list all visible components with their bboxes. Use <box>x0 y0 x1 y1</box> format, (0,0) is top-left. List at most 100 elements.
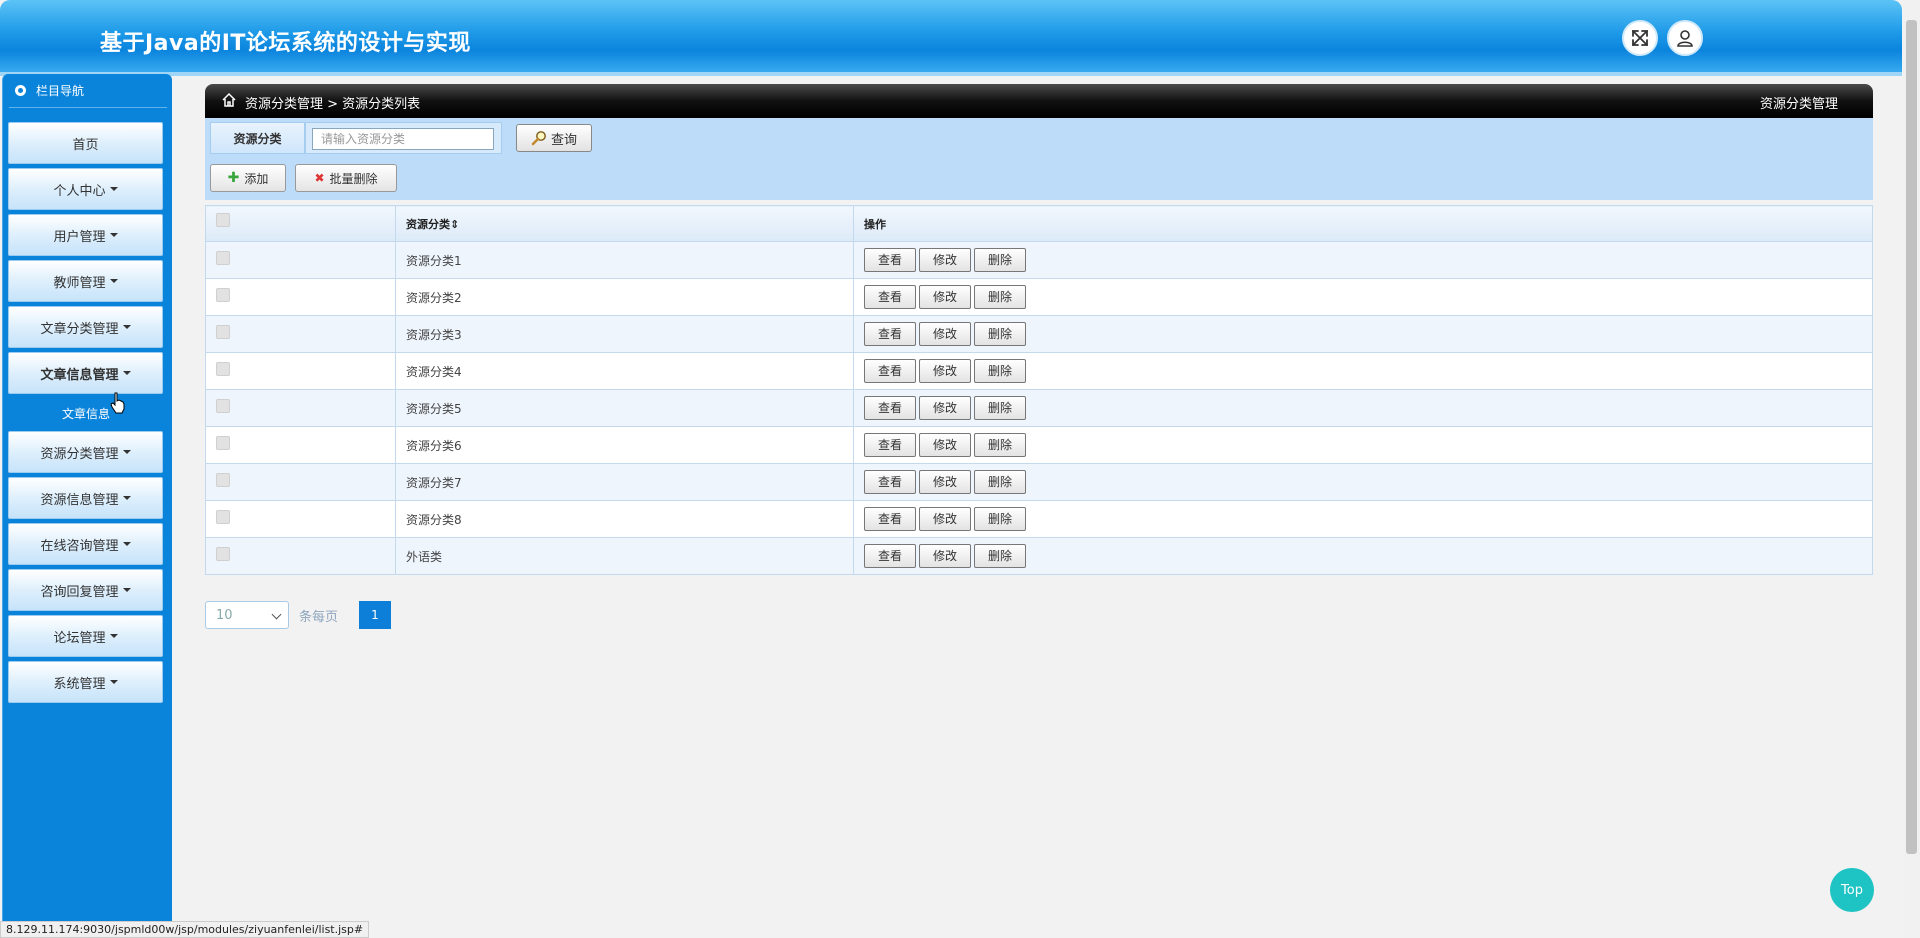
delete-button[interactable]: 删除 <box>974 359 1026 383</box>
sidebar-item-user-management[interactable]: 用户管理 <box>8 214 163 256</box>
sidebar-heading: 栏目导航 <box>15 82 84 99</box>
user-button[interactable] <box>1667 20 1703 56</box>
caret-down-icon <box>109 233 118 237</box>
sort-icon[interactable]: ⇕ <box>450 218 459 231</box>
caret-down-icon <box>109 187 118 191</box>
view-button[interactable]: 查看 <box>864 396 916 420</box>
sidebar-item-forum[interactable]: 论坛管理 <box>8 615 163 657</box>
delete-button[interactable]: 删除 <box>974 470 1026 494</box>
row-checkbox[interactable] <box>216 287 230 302</box>
row-checkbox[interactable] <box>216 398 230 413</box>
sidebar-item-system[interactable]: 系统管理 <box>8 661 163 703</box>
table-row: 资源分类5 查看 修改 删除 <box>205 389 1873 427</box>
chevron-down-icon <box>271 609 282 620</box>
page-size-value: 10 <box>216 607 233 623</box>
caret-down-icon <box>109 634 118 638</box>
submenu-item-article-info[interactable]: 文章信息 <box>2 405 170 422</box>
row-checkbox[interactable] <box>216 546 230 561</box>
sidebar-item-label: 用户管理 <box>53 229 106 245</box>
actions-cell: 查看 修改 删除 <box>853 426 1873 464</box>
actions-cell: 查看 修改 删除 <box>853 500 1873 538</box>
row-checkbox[interactable] <box>216 361 230 376</box>
sidebar-item-article-category[interactable]: 文章分类管理 <box>8 306 163 348</box>
edit-button[interactable]: 修改 <box>919 359 971 383</box>
search-input[interactable] <box>312 128 494 150</box>
edit-button[interactable]: 修改 <box>919 396 971 420</box>
back-to-top-button[interactable]: Top <box>1830 868 1874 912</box>
category-cell: 资源分类8 <box>395 500 854 538</box>
batch-delete-button[interactable]: ✖ 批量删除 <box>295 164 397 192</box>
view-button[interactable]: 查看 <box>864 322 916 346</box>
hand-cursor-icon <box>110 392 125 414</box>
row-select-cell <box>205 315 396 353</box>
sidebar-item-online-consult[interactable]: 在线咨询管理 <box>8 523 163 565</box>
delete-button[interactable]: 删除 <box>974 322 1026 346</box>
edit-button[interactable]: 修改 <box>919 285 971 309</box>
column-header-category[interactable]: 资源分类⇕ <box>395 205 854 242</box>
search-toolbar: 资源分类 查询 ✚ 添加 ✖ 批量删除 <box>205 118 1873 200</box>
sidebar-item-article-info[interactable]: 文章信息管理 <box>8 352 163 394</box>
view-button[interactable]: 查看 <box>864 544 916 568</box>
per-page-label: 条每页 <box>299 610 339 625</box>
delete-button[interactable]: 删除 <box>974 433 1026 457</box>
edit-button[interactable]: 修改 <box>919 470 971 494</box>
edit-button[interactable]: 修改 <box>919 322 971 346</box>
delete-button[interactable]: 删除 <box>974 507 1026 531</box>
page-size-select[interactable]: 10 <box>205 601 289 629</box>
column-header-label: 资源分类 <box>406 217 450 231</box>
add-button[interactable]: ✚ 添加 <box>210 164 286 192</box>
delete-button[interactable]: 删除 <box>974 396 1026 420</box>
select-all-checkbox[interactable] <box>216 213 230 227</box>
add-button-label: 添加 <box>244 171 269 186</box>
home-icon[interactable] <box>221 92 237 108</box>
delete-button[interactable]: 删除 <box>974 285 1026 309</box>
column-header-actions: 操作 <box>853 205 1873 242</box>
edit-button[interactable]: 修改 <box>919 248 971 272</box>
caret-down-icon <box>109 279 118 283</box>
row-checkbox[interactable] <box>216 435 230 450</box>
sidebar-item-personal-center[interactable]: 个人中心 <box>8 168 163 210</box>
view-button[interactable]: 查看 <box>864 433 916 457</box>
search-input-wrap <box>305 122 502 154</box>
view-button[interactable]: 查看 <box>864 359 916 383</box>
table-row: 资源分类1 查看 修改 删除 <box>205 241 1873 279</box>
expand-icon <box>1632 30 1648 46</box>
sidebar-item-home[interactable]: 首页 <box>8 122 163 164</box>
sidebar-item-resource-info[interactable]: 资源信息管理 <box>8 477 163 519</box>
sidebar-item-teacher-management[interactable]: 教师管理 <box>8 260 163 302</box>
row-checkbox[interactable] <box>216 472 230 487</box>
fullscreen-button[interactable] <box>1622 20 1658 56</box>
table-row: 资源分类6 查看 修改 删除 <box>205 426 1873 464</box>
delete-button[interactable]: 删除 <box>974 544 1026 568</box>
table-row: 资源分类2 查看 修改 删除 <box>205 278 1873 316</box>
scrollbar-thumb[interactable] <box>1906 20 1917 854</box>
page-number-current[interactable]: 1 <box>359 601 391 629</box>
edit-button[interactable]: 修改 <box>919 544 971 568</box>
view-button[interactable]: 查看 <box>864 470 916 494</box>
category-cell: 外语类 <box>395 537 854 575</box>
row-checkbox[interactable] <box>216 324 230 339</box>
table-header-row: 资源分类⇕ 操作 <box>205 205 1873 242</box>
select-all-header[interactable] <box>205 205 396 242</box>
caret-down-icon <box>122 450 131 454</box>
row-checkbox[interactable] <box>216 509 230 524</box>
query-button[interactable]: 查询 <box>516 124 592 152</box>
delete-button[interactable]: 删除 <box>974 248 1026 272</box>
view-button[interactable]: 查看 <box>864 507 916 531</box>
row-checkbox[interactable] <box>216 250 230 265</box>
sidebar-item-label: 教师管理 <box>53 275 106 291</box>
actions-cell: 查看 修改 删除 <box>853 389 1873 427</box>
caret-down-icon <box>122 371 131 375</box>
sidebar-item-label: 资源信息管理 <box>40 492 119 508</box>
sidebar-item-consult-reply[interactable]: 咨询回复管理 <box>8 569 163 611</box>
edit-button[interactable]: 修改 <box>919 507 971 531</box>
sidebar-item-label: 系统管理 <box>53 676 106 692</box>
actions-cell: 查看 修改 删除 <box>853 352 1873 390</box>
view-button[interactable]: 查看 <box>864 285 916 309</box>
edit-button[interactable]: 修改 <box>919 433 971 457</box>
caret-down-icon <box>109 680 118 684</box>
view-button[interactable]: 查看 <box>864 248 916 272</box>
caret-down-icon <box>122 325 131 329</box>
sidebar-item-resource-category[interactable]: 资源分类管理 <box>8 431 163 473</box>
table-row: 资源分类4 查看 修改 删除 <box>205 352 1873 390</box>
